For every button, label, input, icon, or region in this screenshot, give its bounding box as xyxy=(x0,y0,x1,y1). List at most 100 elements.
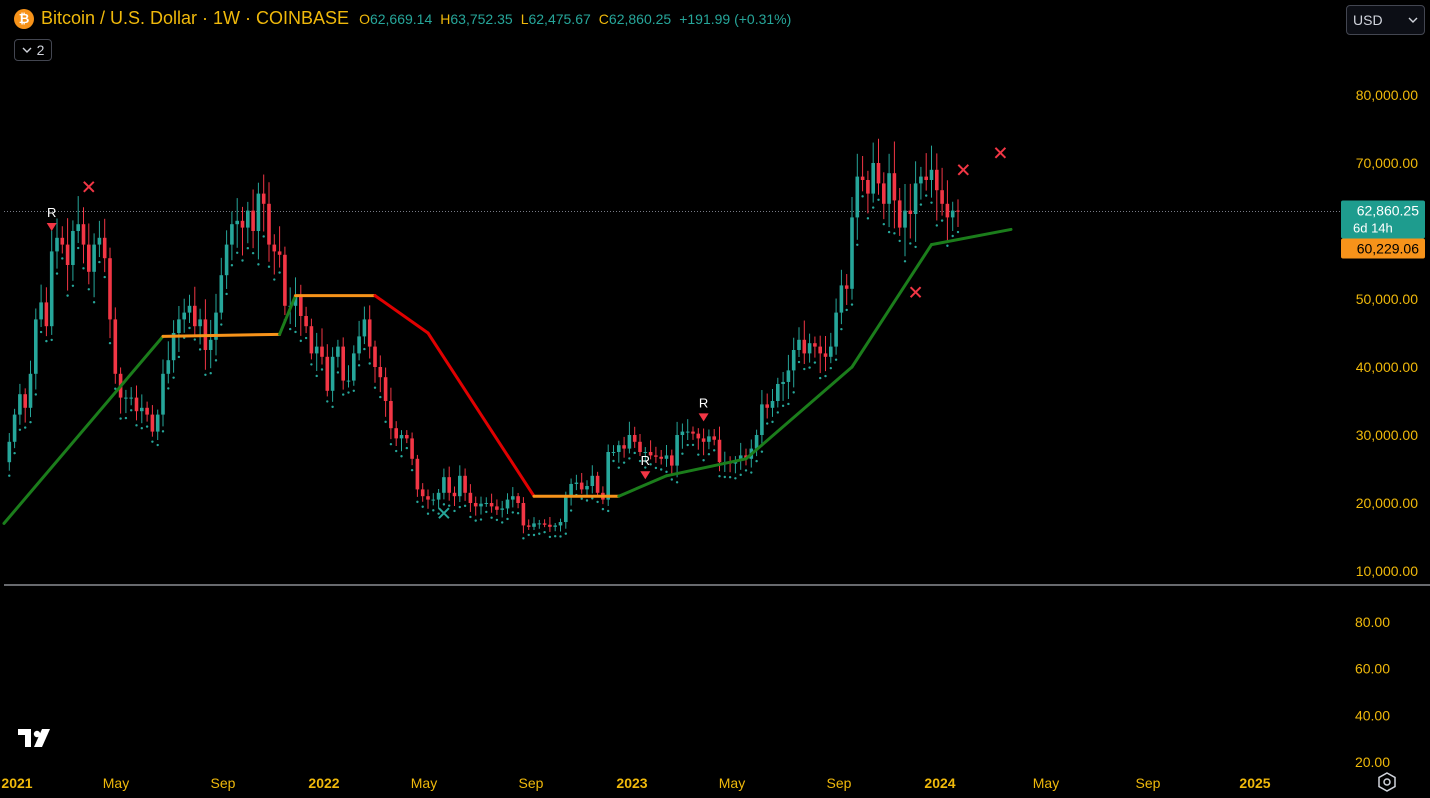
price-axis[interactable]: 80,000.00 70,000.00 50,000.00 40,000.00 30,0… xyxy=(1356,87,1418,579)
candle-body xyxy=(76,224,80,231)
chart-stage[interactable]: R R R 80,000.00 70,000.00 50,000.00 40,000.00… xyxy=(0,0,1430,798)
stop-dot xyxy=(156,443,159,447)
candle-body xyxy=(97,237,102,245)
stop-dot xyxy=(686,443,689,447)
candle-body xyxy=(468,492,473,503)
candle-body xyxy=(622,445,626,449)
stop-dot xyxy=(140,426,143,430)
stop-dot xyxy=(601,507,605,511)
candle-body xyxy=(44,302,49,327)
candle-body xyxy=(182,312,186,320)
candle-body xyxy=(675,435,679,466)
trailing-line-group xyxy=(2,227,1013,525)
candle-body xyxy=(489,503,494,507)
candle-body xyxy=(595,475,600,493)
price-axis-label: 80,000.00 xyxy=(1356,87,1418,103)
candle-body xyxy=(479,503,483,507)
candle-body xyxy=(839,285,844,313)
trailing-line-segment xyxy=(278,294,297,336)
currency-select[interactable]: USD xyxy=(1346,5,1425,35)
tradingview-logo-icon[interactable] xyxy=(18,726,58,750)
candle-body xyxy=(876,163,881,184)
stop-level-text: 60,229.06 xyxy=(1357,241,1419,257)
symbol-title[interactable]: Bitcoin / U.S. Dollar · 1W · COINBASE xyxy=(41,8,349,29)
stop-dot xyxy=(691,443,695,447)
stop-dot xyxy=(204,373,207,376)
stop-dot xyxy=(479,518,483,521)
stop-dot xyxy=(357,364,361,367)
candle-body xyxy=(150,414,155,432)
candle-body xyxy=(71,231,75,265)
candle-body xyxy=(829,346,833,357)
candle-body xyxy=(12,414,17,442)
stop-dot xyxy=(400,455,403,458)
oscillator-axis[interactable]: 80.00 60.00 40.00 20.00 xyxy=(1355,614,1390,770)
stop-dot xyxy=(193,338,196,341)
stop-dot xyxy=(421,505,424,508)
candle-body xyxy=(855,176,860,218)
candle-body xyxy=(797,339,801,350)
candle-body xyxy=(638,441,642,452)
candle-body xyxy=(49,251,54,327)
candle-body xyxy=(378,367,383,378)
candle-body xyxy=(473,503,478,507)
candle-body xyxy=(283,254,287,306)
candle-body xyxy=(129,397,133,399)
stop-dot xyxy=(485,510,488,514)
candle-body xyxy=(442,477,446,493)
stop-dot xyxy=(246,247,249,250)
open-value: O62,669.14 xyxy=(359,10,433,27)
stop-dot xyxy=(723,475,726,479)
candle-body xyxy=(548,524,552,527)
price-chart[interactable]: R R R 80,000.00 70,000.00 50,000.00 40,000.00… xyxy=(0,0,1430,798)
time-axis[interactable]: 2021 May Sep 2022 May Sep 2023 May Sep 2024 May Sep… xyxy=(1,775,1270,791)
stop-dot xyxy=(893,232,896,235)
stop-dot xyxy=(453,509,456,513)
low-value: L62,475.67 xyxy=(520,10,591,27)
candle-body xyxy=(399,435,404,439)
stop-dot xyxy=(808,366,811,369)
candle-body xyxy=(219,275,224,313)
stop-dot xyxy=(898,239,901,243)
candle-body xyxy=(516,496,520,503)
oscillator-axis-label: 60.00 xyxy=(1355,661,1390,677)
candle-body xyxy=(272,244,277,252)
candle-body xyxy=(505,499,510,509)
candle-body xyxy=(844,285,849,289)
candle-body xyxy=(606,452,610,500)
stop-dot xyxy=(379,395,382,399)
stop-dot xyxy=(585,499,589,502)
candle-body xyxy=(34,319,38,374)
candle-body xyxy=(564,496,568,523)
candle-body xyxy=(341,346,345,381)
stop-dot xyxy=(463,504,467,508)
time-axis-label: Sep xyxy=(519,775,544,791)
candle-body xyxy=(320,346,324,357)
candle-body xyxy=(776,384,780,401)
stop-dot xyxy=(951,234,954,238)
candle-body xyxy=(389,401,393,429)
settings-gear-icon[interactable] xyxy=(1377,772,1397,792)
candle-body xyxy=(405,435,409,439)
candle-body xyxy=(627,435,632,449)
candle-body xyxy=(866,180,870,194)
time-axis-label: 2025 xyxy=(1239,775,1270,791)
stop-dot xyxy=(628,457,631,460)
candle-body xyxy=(208,339,213,350)
stop-dot xyxy=(251,251,255,255)
candle-body xyxy=(261,193,266,204)
indicators-toggle-button[interactable]: 2 xyxy=(14,39,52,61)
stop-dot xyxy=(501,521,504,524)
candle-body xyxy=(850,217,854,289)
candle-body xyxy=(770,401,775,408)
stop-dot xyxy=(151,440,154,443)
stop-dot xyxy=(326,400,329,403)
stop-dot xyxy=(262,235,265,238)
candle-body xyxy=(611,452,616,453)
candle-body xyxy=(903,210,907,228)
currency-value: USD xyxy=(1353,12,1383,28)
stop-dot xyxy=(511,511,514,514)
stop-dot xyxy=(490,516,493,519)
candle-body xyxy=(325,356,330,391)
candle-body xyxy=(193,305,197,327)
